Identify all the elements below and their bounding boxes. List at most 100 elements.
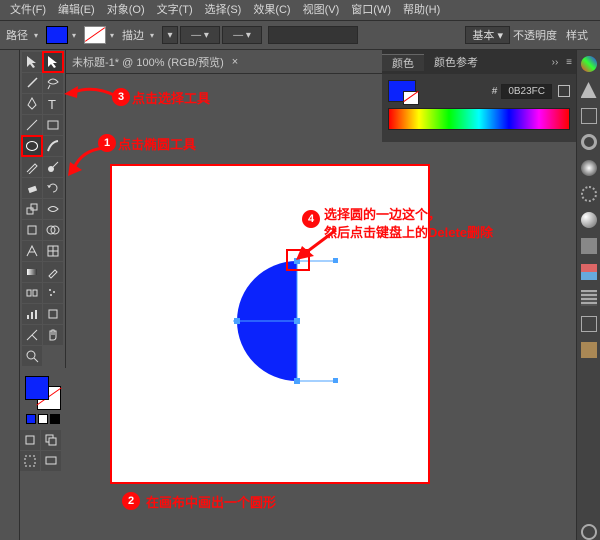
menu-type[interactable]: 文字(T) — [151, 0, 199, 20]
caret-icon[interactable]: ▾ — [150, 31, 154, 40]
fill-swatch[interactable] — [25, 376, 49, 400]
dock-swatches-icon[interactable] — [581, 56, 597, 72]
panel-collapse-icon[interactable]: ›› — [548, 57, 562, 68]
paintbrush-tool[interactable] — [43, 136, 63, 156]
panel-menu-icon[interactable]: ≡ — [562, 57, 576, 68]
column-graph-tool[interactable] — [22, 304, 42, 324]
close-tab-icon[interactable]: × — [232, 56, 238, 68]
caret-icon[interactable]: ▾ — [34, 31, 38, 40]
fill-swatch[interactable] — [46, 26, 68, 44]
pen-tool[interactable] — [22, 94, 42, 114]
dock-stroke-icon[interactable] — [581, 134, 597, 150]
gradient-mode[interactable] — [38, 414, 48, 424]
dock-transform-icon[interactable] — [581, 316, 597, 332]
artboard-tool[interactable] — [43, 304, 63, 324]
document-title: 未标题-1* @ 100% (RGB/预览) — [72, 54, 224, 70]
tutorial-text-3: 点击选择工具 — [132, 88, 210, 107]
panel-fill-stroke[interactable] — [388, 80, 416, 102]
drawing-mode-normal[interactable] — [20, 430, 40, 450]
hex-field[interactable]: 0B23FC — [501, 84, 552, 99]
shape-builder-tool[interactable] — [43, 220, 63, 240]
drawing-mode-inside[interactable] — [20, 451, 40, 471]
profile-dropdown[interactable] — [268, 26, 358, 44]
dock-align-icon[interactable] — [581, 290, 597, 306]
dock-graphic-styles-icon[interactable] — [581, 238, 597, 254]
menu-bar: 文件(F) 编辑(E) 对象(O) 文字(T) 选择(S) 效果(C) 视图(V… — [0, 0, 600, 20]
caret-icon[interactable]: ▾ — [72, 31, 76, 40]
free-transform-tool[interactable] — [22, 220, 42, 240]
gradient-tool[interactable] — [22, 262, 42, 282]
direct-selection-tool[interactable] — [43, 52, 63, 72]
document-tab[interactable]: 未标题-1* @ 100% (RGB/预览) × — [66, 50, 382, 74]
half-circle-shape[interactable] — [232, 256, 362, 386]
perspective-grid-tool[interactable] — [22, 241, 42, 261]
rectangle-tool[interactable] — [43, 115, 63, 135]
type-tool[interactable]: T — [43, 94, 63, 114]
slice-tool[interactable] — [22, 325, 42, 345]
dock-settings-icon[interactable] — [581, 524, 597, 540]
right-dock — [576, 50, 600, 540]
arrow-4 — [290, 224, 342, 269]
stroke-swatch[interactable] — [84, 26, 106, 44]
line-segment-tool[interactable] — [22, 115, 42, 135]
options-bar: 路径 ▾ ▾ ▾ 描边 ▾ ▾ — ▾ — ▾ 基本 ▾ 不透明度 样式 — [0, 20, 600, 50]
rotate-tool[interactable] — [43, 178, 63, 198]
tutorial-text-4a: 选择圆的一边这个， — [324, 204, 441, 223]
none-color-icon[interactable] — [558, 85, 570, 97]
arrow-3 — [64, 82, 124, 109]
dock-gradient-icon[interactable] — [581, 160, 597, 176]
scale-tool[interactable] — [22, 199, 42, 219]
drawing-mode-behind[interactable] — [41, 430, 61, 450]
dock-layers-icon[interactable] — [581, 264, 597, 280]
screen-mode[interactable] — [41, 451, 61, 471]
blob-brush-tool[interactable] — [43, 157, 63, 177]
brush-dropdown[interactable]: — ▾ — [222, 26, 262, 44]
menu-window[interactable]: 窗口(W) — [345, 0, 397, 20]
svg-text:T: T — [48, 97, 56, 111]
canvas-stage[interactable]: 3 点击选择工具 1 点击椭圆工具 — [66, 74, 382, 540]
tutorial-badge-2: 2 — [122, 492, 140, 510]
lasso-tool[interactable] — [43, 73, 63, 93]
tutorial-text-1: 点击椭圆工具 — [118, 134, 196, 153]
eyedropper-tool[interactable] — [43, 262, 63, 282]
toolbox: T — [20, 50, 66, 540]
fill-stroke-pair[interactable] — [25, 376, 61, 410]
dock-pathfinder-icon[interactable] — [581, 342, 597, 358]
dock-transparency-icon[interactable] — [581, 186, 597, 202]
ellipse-tool[interactable] — [22, 136, 42, 156]
blend-tool[interactable] — [22, 283, 42, 303]
magic-wand-tool[interactable] — [22, 73, 42, 93]
tutorial-text-4b: 然后点击键盘上的Delete删除 — [324, 222, 493, 241]
eraser-tool[interactable] — [22, 178, 42, 198]
style-basic-dropdown[interactable]: 基本 ▾ — [465, 26, 510, 44]
mesh-tool[interactable] — [43, 241, 63, 261]
style-label: 样式 — [566, 27, 588, 43]
stroke-weight-dropdown[interactable]: ▾ — [162, 26, 178, 44]
zoom-tool[interactable] — [22, 346, 42, 366]
opacity-label: 不透明度 — [513, 27, 557, 43]
arrow-1 — [64, 142, 112, 183]
menu-select[interactable]: 选择(S) — [199, 0, 248, 20]
none-mode[interactable] — [50, 414, 60, 424]
menu-help[interactable]: 帮助(H) — [397, 0, 446, 20]
menu-edit[interactable]: 编辑(E) — [52, 0, 101, 20]
menu-file[interactable]: 文件(F) — [4, 0, 52, 20]
caret-icon[interactable]: ▾ — [110, 31, 114, 40]
menu-effect[interactable]: 效果(C) — [247, 0, 296, 20]
panel-tab-color[interactable]: 颜色 — [382, 54, 424, 71]
dock-brushes-icon[interactable] — [581, 82, 597, 98]
color-spectrum[interactable] — [388, 108, 570, 130]
collapsed-panel-edge — [0, 50, 20, 540]
color-mode[interactable] — [26, 414, 36, 424]
hand-tool[interactable] — [43, 325, 63, 345]
pencil-tool[interactable] — [22, 157, 42, 177]
dock-symbols-icon[interactable] — [581, 108, 597, 124]
symbol-sprayer-tool[interactable] — [43, 283, 63, 303]
menu-view[interactable]: 视图(V) — [297, 0, 346, 20]
dock-appearance-icon[interactable] — [581, 212, 597, 228]
selection-tool[interactable] — [22, 52, 42, 72]
menu-object[interactable]: 对象(O) — [101, 0, 151, 20]
stroke-var-dropdown[interactable]: — ▾ — [180, 26, 220, 44]
width-tool[interactable] — [43, 199, 63, 219]
panel-tab-color-guide[interactable]: 颜色参考 — [424, 54, 488, 70]
